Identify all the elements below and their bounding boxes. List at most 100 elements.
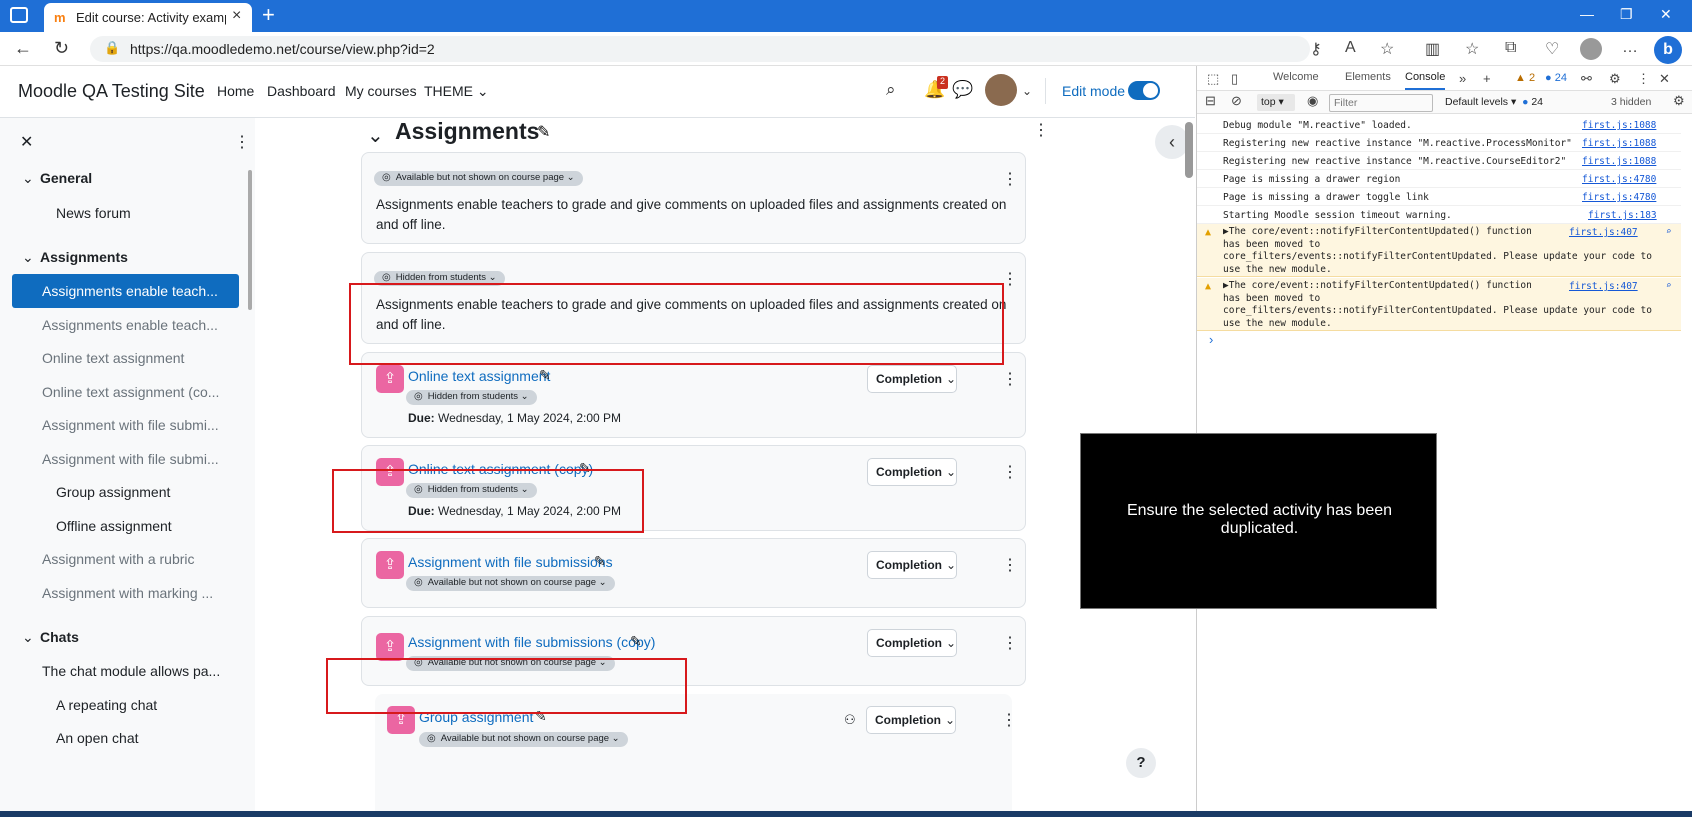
browser-essentials-icon[interactable]: ♡ xyxy=(1545,39,1559,59)
favorite-icon[interactable]: ☆ xyxy=(1380,39,1394,59)
kebab-icon[interactable]: ⋮ xyxy=(1001,710,1017,730)
status-badge[interactable]: ◎ Available but not shown on course page … xyxy=(419,732,628,747)
completion-dropdown[interactable]: Completion ⌄ xyxy=(867,365,957,393)
close-tab-icon[interactable]: × xyxy=(232,7,241,25)
tab-welcome[interactable]: Welcome xyxy=(1273,71,1319,83)
close-icon[interactable]: ✕ xyxy=(1659,71,1670,87)
new-tab-icon[interactable]: + xyxy=(262,2,275,28)
chevron-left-icon[interactable]: ‹ xyxy=(1155,125,1189,159)
index-section-assignments[interactable]: ⌄ Assignments xyxy=(22,249,128,266)
status-badge[interactable]: ◎ Hidden from students ⌄ xyxy=(406,390,537,405)
pencil-icon[interactable]: ✎ xyxy=(630,633,642,650)
close-icon[interactable]: ✕ xyxy=(20,132,33,152)
activity-link[interactable]: Assignment with file submissions xyxy=(408,554,613,570)
completion-dropdown[interactable]: Completion ⌄ xyxy=(867,551,957,579)
gear-icon[interactable]: ⚙ xyxy=(1609,71,1621,87)
minimize-icon[interactable]: — xyxy=(1580,6,1594,22)
log-source-link[interactable]: first.js:1088 xyxy=(1582,120,1656,131)
log-source-link[interactable]: first.js:4780 xyxy=(1582,192,1656,203)
nav-my-courses[interactable]: My courses xyxy=(345,83,417,99)
index-section-chats[interactable]: ⌄ Chats xyxy=(22,629,79,646)
eye-icon[interactable]: ◉ xyxy=(1307,93,1318,109)
completion-dropdown[interactable]: Completion ⌄ xyxy=(867,629,957,657)
tab-elements[interactable]: Elements xyxy=(1345,71,1391,83)
levels-dropdown[interactable]: Default levels ▾ ● 24 xyxy=(1445,96,1543,108)
connect-icon[interactable]: ⚯ xyxy=(1581,71,1592,87)
pencil-icon[interactable]: ✎ xyxy=(539,367,551,384)
kebab-icon[interactable]: ⋮ xyxy=(1002,369,1018,389)
lock-icon[interactable]: 🔒 xyxy=(104,40,120,56)
activity-link[interactable]: Assignment with file submissions (copy) xyxy=(408,634,655,650)
clear-console-icon[interactable]: ⊘ xyxy=(1231,93,1242,109)
index-item[interactable]: Assignments enable teach... xyxy=(12,308,239,342)
log-source-link[interactable]: first.js:407 xyxy=(1569,227,1638,238)
key-icon[interactable]: ⚷ xyxy=(1310,39,1322,59)
browser-tab[interactable]: m Edit course: Activity examples | M × xyxy=(44,3,252,32)
index-section-general[interactable]: ⌄ General xyxy=(22,170,92,187)
chevron-down-icon[interactable]: ⌄ xyxy=(367,123,384,148)
activity-link[interactable]: Online text assignment xyxy=(408,368,550,384)
completion-dropdown[interactable]: Completion ⌄ xyxy=(867,458,957,486)
sidebar-toggle-icon[interactable]: ⊟ xyxy=(1205,93,1216,109)
more-tabs-icon[interactable]: » xyxy=(1459,71,1466,86)
kebab-icon[interactable]: ⋮ xyxy=(1002,555,1018,575)
section-kebab-icon[interactable]: ⋮ xyxy=(1033,120,1049,140)
close-window-icon[interactable]: ✕ xyxy=(1660,6,1672,23)
back-icon[interactable]: ← xyxy=(14,38,32,59)
drawer-scrollbar[interactable] xyxy=(248,170,252,310)
tab-console[interactable]: Console xyxy=(1405,71,1446,90)
edit-mode-toggle[interactable] xyxy=(1128,81,1160,100)
index-item-news-forum[interactable]: News forum xyxy=(12,196,239,230)
search-icon[interactable]: ⌕ xyxy=(1666,281,1671,291)
log-source-link[interactable]: first.js:1088 xyxy=(1582,156,1656,167)
console-prompt[interactable]: › xyxy=(1209,332,1213,347)
page-scrollbar[interactable] xyxy=(1185,122,1193,178)
read-aloud-icon[interactable]: A xyxy=(1345,39,1356,57)
favorites-list-icon[interactable]: ☆ xyxy=(1465,39,1479,59)
index-item[interactable]: Assignments enable teach... xyxy=(12,274,239,308)
log-source-link[interactable]: first.js:1088 xyxy=(1582,138,1656,149)
search-icon[interactable]: ⌕ xyxy=(1666,227,1671,237)
more-icon[interactable]: … xyxy=(1622,39,1638,57)
index-item[interactable]: Online text assignment xyxy=(12,341,239,375)
help-button[interactable]: ? xyxy=(1126,748,1156,778)
add-tab-icon[interactable]: + xyxy=(1483,71,1491,86)
more-icon[interactable]: ⋮ xyxy=(1637,71,1650,87)
chat-icon[interactable]: 💬 xyxy=(952,80,973,100)
status-badge[interactable]: ◎ Available but not shown on course page … xyxy=(406,576,615,591)
split-screen-icon[interactable]: ▥ xyxy=(1425,39,1440,59)
device-toolbar-icon[interactable]: ▯ xyxy=(1231,71,1238,87)
log-source-link[interactable]: first.js:4780 xyxy=(1582,174,1656,185)
chevron-down-icon[interactable]: ⌄ xyxy=(1022,84,1032,98)
copilot-icon[interactable]: b xyxy=(1654,36,1682,64)
log-source-link[interactable]: first.js:183 xyxy=(1588,210,1657,221)
status-badge[interactable]: ◎ Available but not shown on course page … xyxy=(374,171,583,186)
search-icon[interactable]: ⌕ xyxy=(886,80,896,100)
index-item[interactable]: The chat module allows pa... xyxy=(12,654,239,688)
index-item[interactable]: Assignment with file submi... xyxy=(12,408,239,442)
completion-dropdown[interactable]: Completion ⌄ xyxy=(866,706,956,734)
assignment-icon[interactable]: ⇪ xyxy=(376,365,404,393)
index-item[interactable]: Assignment with file submi... xyxy=(12,442,239,476)
index-item[interactable]: Offline assignment xyxy=(12,509,239,543)
site-name[interactable]: Moodle QA Testing Site xyxy=(18,81,205,102)
index-item[interactable]: Group assignment xyxy=(12,475,239,509)
kebab-icon[interactable]: ⋮ xyxy=(234,132,250,152)
url-bar[interactable]: 🔒 https://qa.moodledemo.net/course/view.… xyxy=(90,36,1310,62)
nav-home[interactable]: Home xyxy=(217,83,254,99)
kebab-icon[interactable]: ⋮ xyxy=(1002,462,1018,482)
warning-count[interactable]: ▲ 2 xyxy=(1515,72,1535,84)
collections-icon[interactable]: ⧉ xyxy=(1505,39,1516,57)
kebab-icon[interactable]: ⋮ xyxy=(1002,169,1018,189)
kebab-icon[interactable]: ⋮ xyxy=(1002,269,1018,289)
filter-input[interactable]: Filter xyxy=(1329,94,1433,112)
pencil-icon[interactable]: ✎ xyxy=(537,122,550,142)
index-item[interactable]: Online text assignment (co... xyxy=(12,375,239,409)
log-source-link[interactable]: first.js:407 xyxy=(1569,281,1638,292)
index-item[interactable]: Assignment with a rubric xyxy=(12,542,239,576)
nav-theme[interactable]: THEME ⌄ xyxy=(424,83,489,100)
context-selector[interactable]: top ▾ xyxy=(1257,94,1295,111)
profile-icon[interactable] xyxy=(1580,38,1602,60)
assignment-icon[interactable]: ⇪ xyxy=(376,633,404,661)
gear-icon[interactable]: ⚙ xyxy=(1673,93,1685,109)
